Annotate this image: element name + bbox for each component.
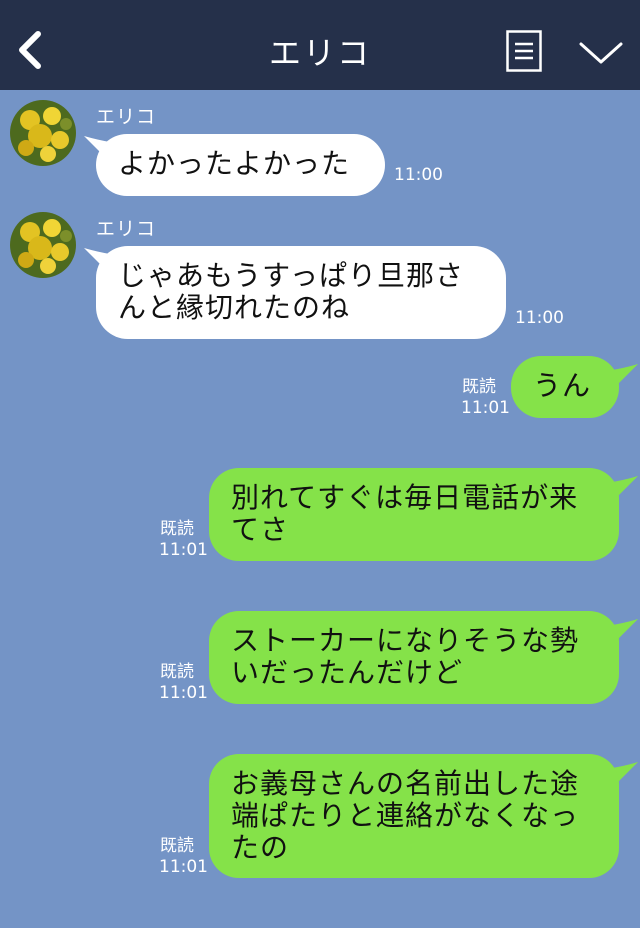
chat-header: エリコ <box>0 0 640 90</box>
sender-name: エリコ <box>96 218 157 240</box>
message-time: 11:00 <box>515 308 564 328</box>
message-time: 11:01 <box>461 398 510 418</box>
message-bubble[interactable]: うん <box>511 356 619 418</box>
message-time: 11:01 <box>159 540 208 560</box>
chevron-down-icon[interactable] <box>578 38 624 68</box>
message-time: 11:01 <box>159 857 208 877</box>
sender-name: エリコ <box>96 106 157 128</box>
avatar[interactable] <box>10 100 76 166</box>
menu-icon[interactable] <box>506 30 542 72</box>
message-time: 11:00 <box>394 165 443 185</box>
message-bubble[interactable]: お義母さんの名前出した途端ぱたりと連絡がなくなったの <box>209 754 619 878</box>
avatar[interactable] <box>10 212 76 278</box>
message-time: 11:01 <box>159 683 208 703</box>
chat-title: エリコ <box>268 34 371 72</box>
read-receipt: 既読 <box>160 662 194 682</box>
message-bubble[interactable]: よかったよかった <box>96 134 385 196</box>
message-bubble[interactable]: じゃあもうすっぱり旦那さんと縁切れたのね <box>96 246 506 339</box>
message-bubble[interactable]: 別れてすぐは毎日電話が来てさ <box>209 468 619 561</box>
read-receipt: 既読 <box>160 519 194 539</box>
read-receipt: 既読 <box>462 377 496 397</box>
message-bubble[interactable]: ストーカーになりそうな勢いだったんだけど <box>209 611 619 704</box>
read-receipt: 既読 <box>160 836 194 856</box>
